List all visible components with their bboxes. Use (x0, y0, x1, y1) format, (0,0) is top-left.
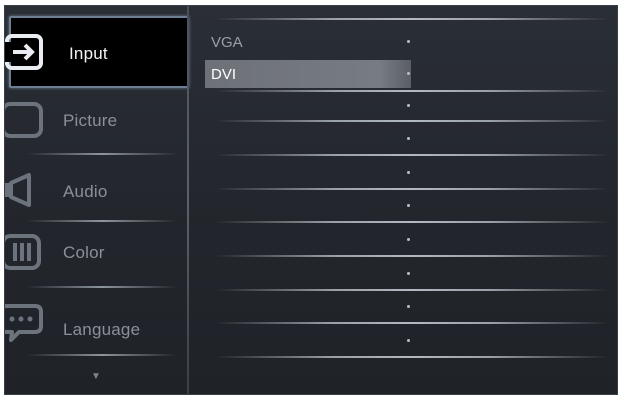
submenu-dot (407, 72, 410, 75)
submenu-dot (407, 104, 410, 107)
submenu-separator (215, 90, 609, 92)
audio-icon (5, 171, 43, 216)
submenu-dot (407, 305, 410, 308)
menu-separator (27, 153, 177, 155)
color-icon (5, 232, 47, 277)
menu-item-label: Audio (63, 182, 108, 201)
submenu-separator (215, 18, 609, 20)
picture-icon (5, 100, 47, 145)
submenu-dot (407, 238, 410, 241)
menu-item-label: Language (63, 320, 141, 339)
panel-divider (187, 6, 189, 394)
submenu-dot (407, 339, 410, 342)
submenu-separator (215, 154, 609, 156)
menu-separator (27, 354, 177, 356)
menu-item-color[interactable]: Color (5, 226, 187, 288)
menu-item-language[interactable]: Language (5, 296, 187, 358)
submenu-dot (407, 40, 410, 43)
submenu-separator (215, 120, 609, 122)
submenu-separator (215, 221, 609, 223)
submenu-dot (407, 137, 410, 140)
menu-separator (27, 286, 177, 288)
submenu-separator (215, 322, 609, 324)
submenu-separator (215, 356, 609, 358)
submenu-separator (215, 255, 609, 257)
scroll-down-icon[interactable]: ▼ (91, 371, 101, 382)
submenu-item-label: DVI (211, 66, 237, 83)
language-icon (5, 302, 47, 351)
osd-menu: Input Picture Audio Color Language ▼ VGA… (4, 5, 618, 395)
menu-item-label: Picture (63, 111, 118, 130)
input-icon (5, 32, 49, 77)
menu-separator (27, 220, 177, 222)
submenu-dot (407, 204, 410, 207)
menu-item-audio[interactable]: Audio (5, 161, 187, 223)
submenu-item-label: VGA (211, 34, 243, 51)
submenu-dot (407, 171, 410, 174)
submenu-separator (215, 188, 609, 190)
submenu-dot (407, 272, 410, 275)
menu-item-label: Input (69, 44, 108, 63)
menu-item-picture[interactable]: Picture (5, 92, 187, 154)
menu-item-input[interactable]: Input (5, 16, 189, 88)
menu-item-label: Color (63, 243, 105, 262)
submenu-separator (215, 289, 609, 291)
